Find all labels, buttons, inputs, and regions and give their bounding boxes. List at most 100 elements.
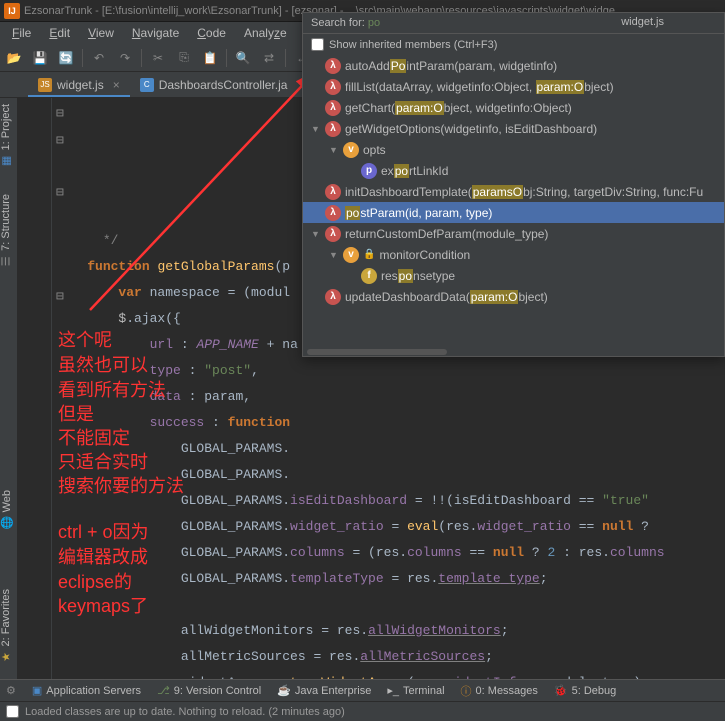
search-term: po bbox=[368, 17, 380, 29]
annotation: 搜索你要的方法 bbox=[58, 472, 184, 498]
lambda-icon: λ bbox=[325, 121, 341, 137]
separator bbox=[285, 49, 286, 67]
inherited-label: Show inherited members (Ctrl+F3) bbox=[329, 39, 497, 51]
structure-item-label: opts bbox=[363, 143, 386, 157]
annotation: 不能固定 bbox=[58, 424, 130, 450]
annotation: 但是 bbox=[58, 400, 94, 426]
structure-item[interactable]: ▼vopts bbox=[303, 139, 724, 160]
structure-item-label: updateDashboardData(param:Object) bbox=[345, 290, 548, 304]
bottom-tool-bar: ⚙ ▣Application Servers ⎇9: Version Contr… bbox=[0, 679, 725, 701]
undo-icon[interactable]: ↶ bbox=[89, 48, 109, 68]
app-icon: IJ bbox=[4, 3, 20, 19]
var1-icon: v bbox=[343, 247, 359, 263]
version-control-button[interactable]: ⎇9: Version Control bbox=[157, 684, 261, 697]
open-icon[interactable]: 📂 bbox=[4, 48, 24, 68]
menu-view[interactable]: View bbox=[80, 24, 122, 42]
structure-item[interactable]: λ getChart(param:Object, widgetinfo:Objec… bbox=[303, 97, 724, 118]
lambda-icon: λ bbox=[325, 184, 341, 200]
separator bbox=[141, 49, 142, 67]
tab-label: widget.js bbox=[57, 78, 104, 92]
menu-navigate[interactable]: Navigate bbox=[124, 24, 187, 42]
tab-widget-js[interactable]: JS widget.js × bbox=[28, 74, 130, 96]
structure-item[interactable]: f responsetype bbox=[303, 265, 724, 286]
annotation: 编辑器改成 bbox=[58, 543, 148, 569]
copy-icon[interactable]: ⎘ bbox=[174, 48, 194, 68]
tab-dashboards-controller[interactable]: C DashboardsController.ja bbox=[130, 74, 298, 96]
structure-item[interactable]: λ fillList(dataArray, widgetinfo:Object, … bbox=[303, 76, 724, 97]
lambda-icon: λ bbox=[325, 289, 341, 305]
app-servers-button[interactable]: ▣Application Servers bbox=[32, 684, 141, 697]
popup-list: λautoAddPointParam(param, widgetinfo)λfi… bbox=[303, 55, 724, 307]
status-checkbox[interactable] bbox=[6, 705, 19, 718]
js-file-icon: JS bbox=[38, 78, 52, 92]
redo-icon[interactable]: ↷ bbox=[115, 48, 135, 68]
tab-label: DashboardsController.ja bbox=[159, 78, 288, 92]
structure-item-label: returnCustomDefParam(module_type) bbox=[345, 227, 548, 241]
project-tool-button[interactable]: ▦1: Project bbox=[0, 104, 12, 167]
paste-icon[interactable]: 📋 bbox=[200, 48, 220, 68]
lock-icon: 🔒 bbox=[363, 249, 375, 260]
structure-item-label: fillList(dataArray, widgetinfo:Object, p… bbox=[345, 80, 614, 94]
structure-item-label: postParam(id, param, type) bbox=[345, 206, 492, 220]
search-label: Search for: bbox=[311, 17, 368, 29]
sync-icon[interactable]: 🔄 bbox=[56, 48, 76, 68]
cut-icon[interactable]: ✂ bbox=[148, 48, 168, 68]
separator bbox=[82, 49, 83, 67]
left-tool-gutter: ▦1: Project ☰7: Structure 🌐Web ★2: Favor… bbox=[0, 98, 18, 679]
structure-item-label: initDashboardTemplate(paramsObj:String, … bbox=[345, 185, 703, 199]
structure-item[interactable]: λ initDashboardTemplate(paramsObj:String,… bbox=[303, 181, 724, 202]
lambda-icon: λ bbox=[325, 58, 341, 74]
structure-item-label: getWidgetOptions(widgetinfo, isEditDashb… bbox=[345, 122, 597, 136]
lambda-icon: λ bbox=[325, 205, 341, 221]
scrollbar-thumb[interactable] bbox=[307, 349, 447, 355]
menu-file[interactable]: File bbox=[4, 24, 39, 42]
structure-item-label: autoAddPointParam(param, widgetinfo) bbox=[345, 59, 557, 73]
debug-button[interactable]: 🐞5: Debug bbox=[554, 684, 616, 697]
structure-tool-button[interactable]: ☰7: Structure bbox=[0, 194, 12, 268]
javaee-button[interactable]: ☕Java Enterprise bbox=[277, 684, 371, 697]
favorites-tool-button[interactable]: ★2: Favorites bbox=[0, 589, 12, 663]
inherited-checkbox[interactable] bbox=[311, 38, 324, 51]
messages-button[interactable]: ⓘ0: Messages bbox=[461, 683, 538, 699]
lambda-icon: λ bbox=[325, 226, 341, 242]
status-text: Loaded classes are up to date. Nothing t… bbox=[25, 706, 345, 718]
status-bar: Loaded classes are up to date. Nothing t… bbox=[0, 701, 725, 721]
terminal-button[interactable]: ▸_Terminal bbox=[387, 684, 444, 697]
structure-item[interactable]: pexportLinkId bbox=[303, 160, 724, 181]
file-structure-popup: Search for: po widget.js Show inherited … bbox=[302, 12, 725, 357]
annotation: eclipse的 bbox=[58, 568, 132, 594]
annotation: 看到所有方法 bbox=[58, 376, 166, 402]
structure-item[interactable]: λ autoAddPointParam(param, widgetinfo) bbox=[303, 55, 724, 76]
popup-filename: widget.js bbox=[621, 16, 664, 28]
gear-icon[interactable]: ⚙ bbox=[6, 684, 16, 697]
annotation: 这个呢 bbox=[58, 326, 112, 352]
popup-scrollbar[interactable] bbox=[303, 348, 724, 356]
lambda-icon: λ bbox=[325, 79, 341, 95]
lambda-icon: λ bbox=[325, 100, 341, 116]
annotation: keymaps了 bbox=[58, 592, 148, 618]
structure-item[interactable]: ▼v🔒monitorCondition bbox=[303, 244, 724, 265]
structure-item-label: getChart(param:Object, widgetinfo:Object… bbox=[345, 101, 572, 115]
replace-icon[interactable]: ⇄ bbox=[259, 48, 279, 68]
annotation: ctrl + o因为 bbox=[58, 518, 149, 544]
field-icon: f bbox=[361, 268, 377, 284]
popup-search-row: Search for: po widget.js bbox=[303, 13, 724, 34]
prop1-icon: p bbox=[361, 163, 377, 179]
web-tool-button[interactable]: 🌐Web bbox=[0, 490, 14, 529]
menu-analyze[interactable]: Analyze bbox=[236, 24, 295, 42]
structure-item-label: responsetype bbox=[381, 269, 455, 283]
separator bbox=[226, 49, 227, 67]
structure-item[interactable]: ▼λreturnCustomDefParam(module_type) bbox=[303, 223, 724, 244]
save-icon[interactable]: 💾 bbox=[30, 48, 50, 68]
structure-item[interactable]: λ updateDashboardData(param:Object) bbox=[303, 286, 724, 307]
find-icon[interactable]: 🔍 bbox=[233, 48, 253, 68]
annotation: 虽然也可以 bbox=[58, 351, 148, 377]
close-icon[interactable]: × bbox=[113, 78, 120, 92]
structure-item[interactable]: ▼λgetWidgetOptions(widgetinfo, isEditDas… bbox=[303, 118, 724, 139]
inherited-check-row[interactable]: Show inherited members (Ctrl+F3) bbox=[303, 34, 724, 55]
menu-code[interactable]: Code bbox=[189, 24, 234, 42]
structure-item-label: monitorCondition bbox=[379, 248, 470, 262]
structure-item[interactable]: λ postParam(id, param, type) bbox=[303, 202, 724, 223]
menu-edit[interactable]: Edit bbox=[41, 24, 78, 42]
annotation: 只适合实时 bbox=[58, 448, 148, 474]
